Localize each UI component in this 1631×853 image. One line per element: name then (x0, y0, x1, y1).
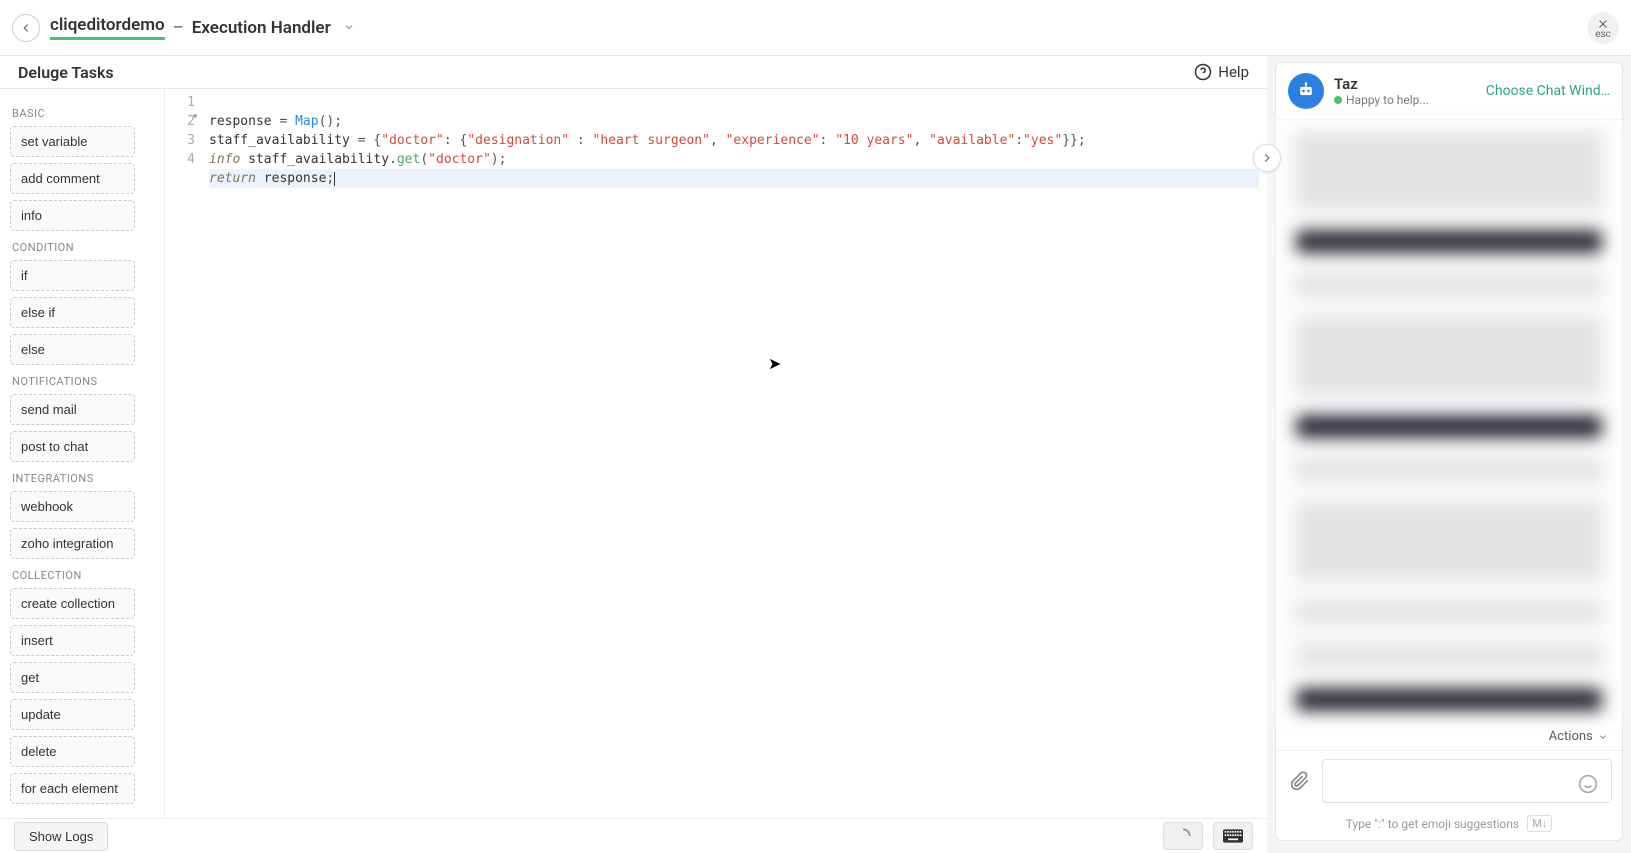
group-notifications: NOTIFICATIONS (12, 375, 154, 388)
chat-status: Happy to help... (1334, 93, 1429, 107)
page-title[interactable]: cliqeditordemo – Execution Handler (50, 15, 355, 40)
task-zoho-integration[interactable]: zoho integration (10, 528, 135, 559)
title-project: cliqeditordemo (50, 15, 165, 40)
status-dot-icon (1334, 96, 1342, 104)
chat-hint: Type ":" to get emoji suggestions M↓ (1276, 811, 1622, 840)
task-update[interactable]: update (10, 699, 135, 730)
task-insert[interactable]: insert (10, 625, 135, 656)
loading-indicator (1163, 822, 1203, 850)
task-set-variable[interactable]: set variable (10, 126, 135, 157)
task-get[interactable]: get (10, 662, 135, 693)
emoji-icon[interactable] (1574, 770, 1602, 798)
keyboard-icon[interactable] (1213, 822, 1253, 850)
chat-input[interactable] (1322, 759, 1612, 803)
group-basic: BASIC (12, 107, 154, 120)
help-label: Help (1218, 63, 1249, 81)
back-button[interactable] (12, 14, 40, 42)
task-send-mail[interactable]: send mail (10, 394, 135, 425)
tasks-sidebar: BASIC set variable add comment info COND… (0, 89, 165, 818)
editor-footer: Show Logs (0, 818, 1267, 853)
main: Deluge Tasks Help BASIC set variable add… (0, 56, 1631, 853)
title-handler: Execution Handler (192, 18, 331, 38)
show-logs-button[interactable]: Show Logs (14, 822, 108, 851)
line-gutter: 1 2 3 4 (165, 89, 201, 169)
chat-header: Taz Happy to help... Choose Chat Wind… (1276, 63, 1622, 120)
task-else[interactable]: else (10, 334, 135, 365)
task-else-if[interactable]: else if (10, 297, 135, 328)
line-num: 3 (165, 131, 195, 150)
group-integrations: INTEGRATIONS (12, 472, 154, 485)
task-webhook[interactable]: webhook (10, 491, 135, 522)
mouse-cursor-icon: ➤ (768, 354, 781, 373)
chat-panel: Taz Happy to help... Choose Chat Wind… A… (1275, 62, 1623, 841)
task-post-to-chat[interactable]: post to chat (10, 431, 135, 462)
task-create-collection[interactable]: create collection (10, 588, 135, 619)
attachment-icon[interactable] (1286, 767, 1314, 795)
title-separator: – (173, 18, 184, 38)
chevron-down-icon[interactable] (343, 18, 355, 37)
chat-input-row (1276, 750, 1622, 811)
editor-title: Deluge Tasks (18, 63, 114, 82)
markdown-badge: M↓ (1527, 815, 1552, 832)
close-button[interactable]: esc (1587, 12, 1619, 44)
line-num: 2 (165, 112, 195, 131)
task-delete[interactable]: delete (10, 736, 135, 767)
line-num: 4 (165, 150, 195, 169)
chat-name: Taz (1334, 75, 1429, 93)
task-info[interactable]: info (10, 200, 135, 231)
bot-avatar (1288, 73, 1324, 109)
group-collection: COLLECTION (12, 569, 154, 582)
task-for-each-element[interactable]: for each element (10, 773, 135, 804)
help-button[interactable]: Help (1194, 63, 1249, 81)
code-content[interactable]: response = Map(); staff_availability = {… (201, 89, 1267, 211)
close-label: esc (1595, 29, 1611, 40)
editor-header: Deluge Tasks Help (0, 56, 1267, 89)
run-button[interactable] (1253, 144, 1281, 172)
header: cliqeditordemo – Execution Handler (0, 0, 1631, 56)
chat-messages (1276, 120, 1622, 723)
code-editor[interactable]: 1 2 3 4 ▾ response = Map(); staff_availa… (165, 89, 1267, 818)
group-condition: CONDITION (12, 241, 154, 254)
task-add-comment[interactable]: add comment (10, 163, 135, 194)
task-if[interactable]: if (10, 260, 135, 291)
chat-actions[interactable]: Actions (1276, 723, 1622, 750)
fold-marker-icon[interactable]: ▾ (193, 112, 198, 122)
choose-chat-window[interactable]: Choose Chat Wind… (1486, 83, 1610, 99)
editor-body: BASIC set variable add comment info COND… (0, 89, 1267, 818)
editor-area: Deluge Tasks Help BASIC set variable add… (0, 56, 1267, 853)
line-num: 1 (165, 93, 195, 112)
